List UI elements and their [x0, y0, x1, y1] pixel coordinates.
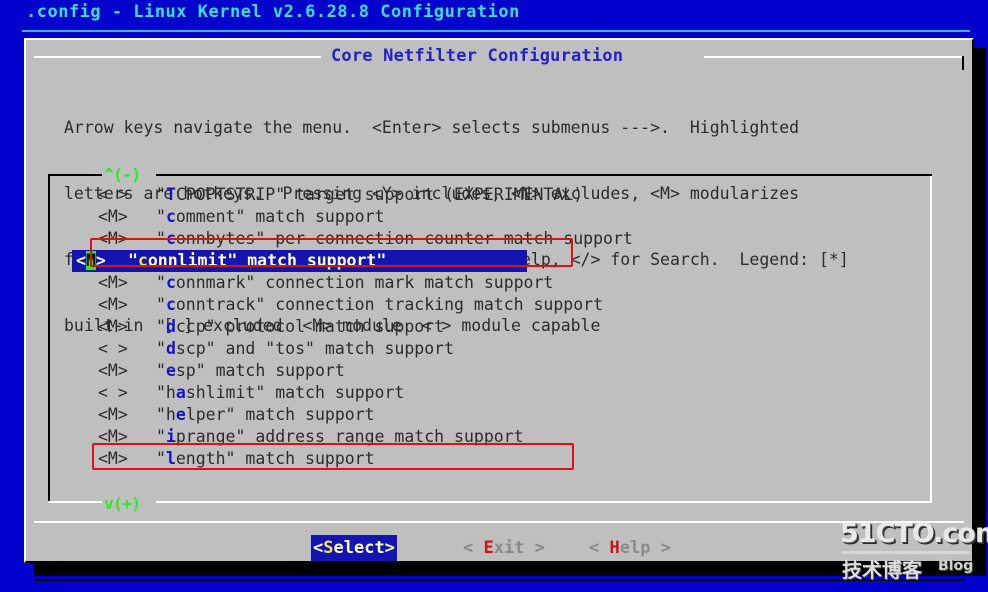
- button-separator-top: [34, 521, 964, 523]
- menu-item-flag: <M>: [98, 405, 128, 424]
- menu-item[interactable]: <M> "conntrack" connection tracking match…: [72, 294, 902, 316]
- menu-item-hotkey: c: [165, 207, 176, 226]
- menu-item-flag: <M>: [98, 207, 128, 226]
- menu-item-hotkey: c: [165, 273, 176, 292]
- menu-item-label: "length" match support: [156, 449, 375, 468]
- button-bar: <Select> < Exit > < Help >: [26, 535, 972, 565]
- button-hotkey: E: [483, 538, 494, 558]
- menu-item-hotkey: c: [137, 251, 148, 270]
- menu-item-hotkey: a: [175, 383, 186, 402]
- menu-item-flag: <M>: [98, 449, 128, 468]
- menu-item-hotkey: c: [165, 229, 176, 248]
- menu-item[interactable]: < > "dscp" and "tos" match support: [72, 338, 902, 360]
- menu-item-label: "connmark" connection mark match support: [156, 273, 554, 292]
- menu-panel-border-top-right: [156, 174, 932, 176]
- menu-item-hotkey: e: [175, 405, 186, 424]
- window-title-bar: .config - Linux Kernel v2.6.28.8 Configu…: [0, 0, 988, 32]
- menu-item[interactable]: < > "TCPOPTSTRIP" target support (EXPERIM…: [72, 184, 902, 206]
- menu-item[interactable]: <M> "dccp" protocol match support: [72, 316, 902, 338]
- menu-item-hotkey: d: [165, 339, 176, 358]
- menu-item-label: "esp" match support: [156, 361, 345, 380]
- menu-item[interactable]: <M> "comment" match support: [72, 206, 902, 228]
- menu-panel-border-left: [48, 174, 50, 503]
- menu-item-label: "dccp" protocol match support: [156, 317, 445, 336]
- terminal-screen: .config - Linux Kernel v2.6.28.8 Configu…: [0, 0, 988, 592]
- menu-item[interactable]: < > "hashlimit" match support: [72, 382, 902, 404]
- menu-item-label: "connlimit" match support": [128, 251, 387, 270]
- help-line-1: Arrow keys navigate the menu. <Enter> se…: [64, 118, 800, 137]
- menu-item[interactable]: <M> "length" match support: [72, 448, 902, 470]
- menu-item-label: "conntrack" connection tracking match su…: [156, 295, 604, 314]
- menu-item-label: "TCPOPTSTRIP" target support (EXPERIMENT…: [156, 185, 584, 204]
- menu-item-flag: <M>: [76, 251, 106, 270]
- menu-item-flag: <M>: [98, 229, 128, 248]
- scroll-down-indicator[interactable]: v(+): [104, 494, 141, 513]
- menu-panel: ^(-) v(+) < > "TCPOPTSTRIP" target suppor…: [48, 165, 932, 513]
- header-rule-right: [704, 56, 964, 58]
- menu-item-label: "hashlimit" match support: [156, 383, 405, 402]
- config-dialog: Core Netfilter Configuration Arrow keys …: [24, 38, 974, 581]
- menu-item-flag: <M>: [98, 273, 128, 292]
- menu-item[interactable]: <M> "connlimit" match support": [72, 250, 527, 272]
- menu-item[interactable]: <M> "helper" match support: [72, 404, 902, 426]
- scroll-up-indicator[interactable]: ^(-): [104, 165, 141, 184]
- menu-item-label: "comment" match support: [156, 207, 385, 226]
- window-title: .config - Linux Kernel v2.6.28.8 Configu…: [26, 2, 520, 22]
- menu-panel-border-bottom-left: [48, 501, 102, 503]
- title-divider: [22, 30, 970, 32]
- menu-panel-border-top-left: [48, 174, 102, 176]
- menu-item-flag: <M>: [98, 427, 128, 446]
- menu-item-hotkey: i: [165, 427, 176, 446]
- button-hotkey: H: [609, 538, 620, 558]
- menu-item[interactable]: <M> "esp" match support: [72, 360, 902, 382]
- menu-item-flag: < >: [98, 185, 128, 204]
- menu-item[interactable]: <M> "iprange" address range match support: [72, 426, 902, 448]
- menu-list: < > "TCPOPTSTRIP" target support (EXPERIM…: [72, 184, 902, 470]
- menu-item-flag: <M>: [98, 361, 128, 380]
- menu-item[interactable]: <M> "connmark" connection mark match supp…: [72, 272, 902, 294]
- menu-item[interactable]: <M> "connbytes" per-connection counter ma…: [72, 228, 902, 250]
- menu-item-flag: < >: [98, 339, 128, 358]
- exit-button[interactable]: < Exit >: [463, 535, 545, 561]
- menu-item-flag: <M>: [98, 317, 128, 336]
- header-rule-left: [34, 56, 321, 58]
- menu-item-hotkey: e: [165, 361, 176, 380]
- button-hotkey: S: [323, 538, 334, 558]
- button-separator-bottom: [34, 579, 964, 581]
- menu-item-label: "dscp" and "tos" match support: [156, 339, 455, 358]
- header-rule-corner: [962, 56, 964, 70]
- menu-item-hotkey: T: [165, 185, 176, 204]
- dialog-header: Core Netfilter Configuration: [34, 46, 964, 70]
- menu-panel-border-bottom-right: [156, 501, 932, 503]
- menu-item-label: "connbytes" per-connection counter match…: [156, 229, 633, 248]
- menu-item-flag: <M>: [98, 295, 128, 314]
- menu-item-flag: < >: [98, 383, 128, 402]
- menu-item-label: "iprange" address range match support: [156, 427, 524, 446]
- menu-item-hotkey: c: [165, 295, 176, 314]
- dialog-title: Core Netfilter Configuration: [331, 46, 624, 66]
- menu-cursor: M: [85, 251, 96, 270]
- help-button[interactable]: < Help >: [589, 535, 671, 561]
- menu-panel-border-right: [930, 174, 932, 503]
- menu-item-label: "helper" match support: [156, 405, 375, 424]
- menu-item-hotkey: d: [165, 317, 176, 336]
- select-button[interactable]: <Select>: [311, 535, 397, 561]
- menu-item-hotkey: l: [165, 449, 176, 468]
